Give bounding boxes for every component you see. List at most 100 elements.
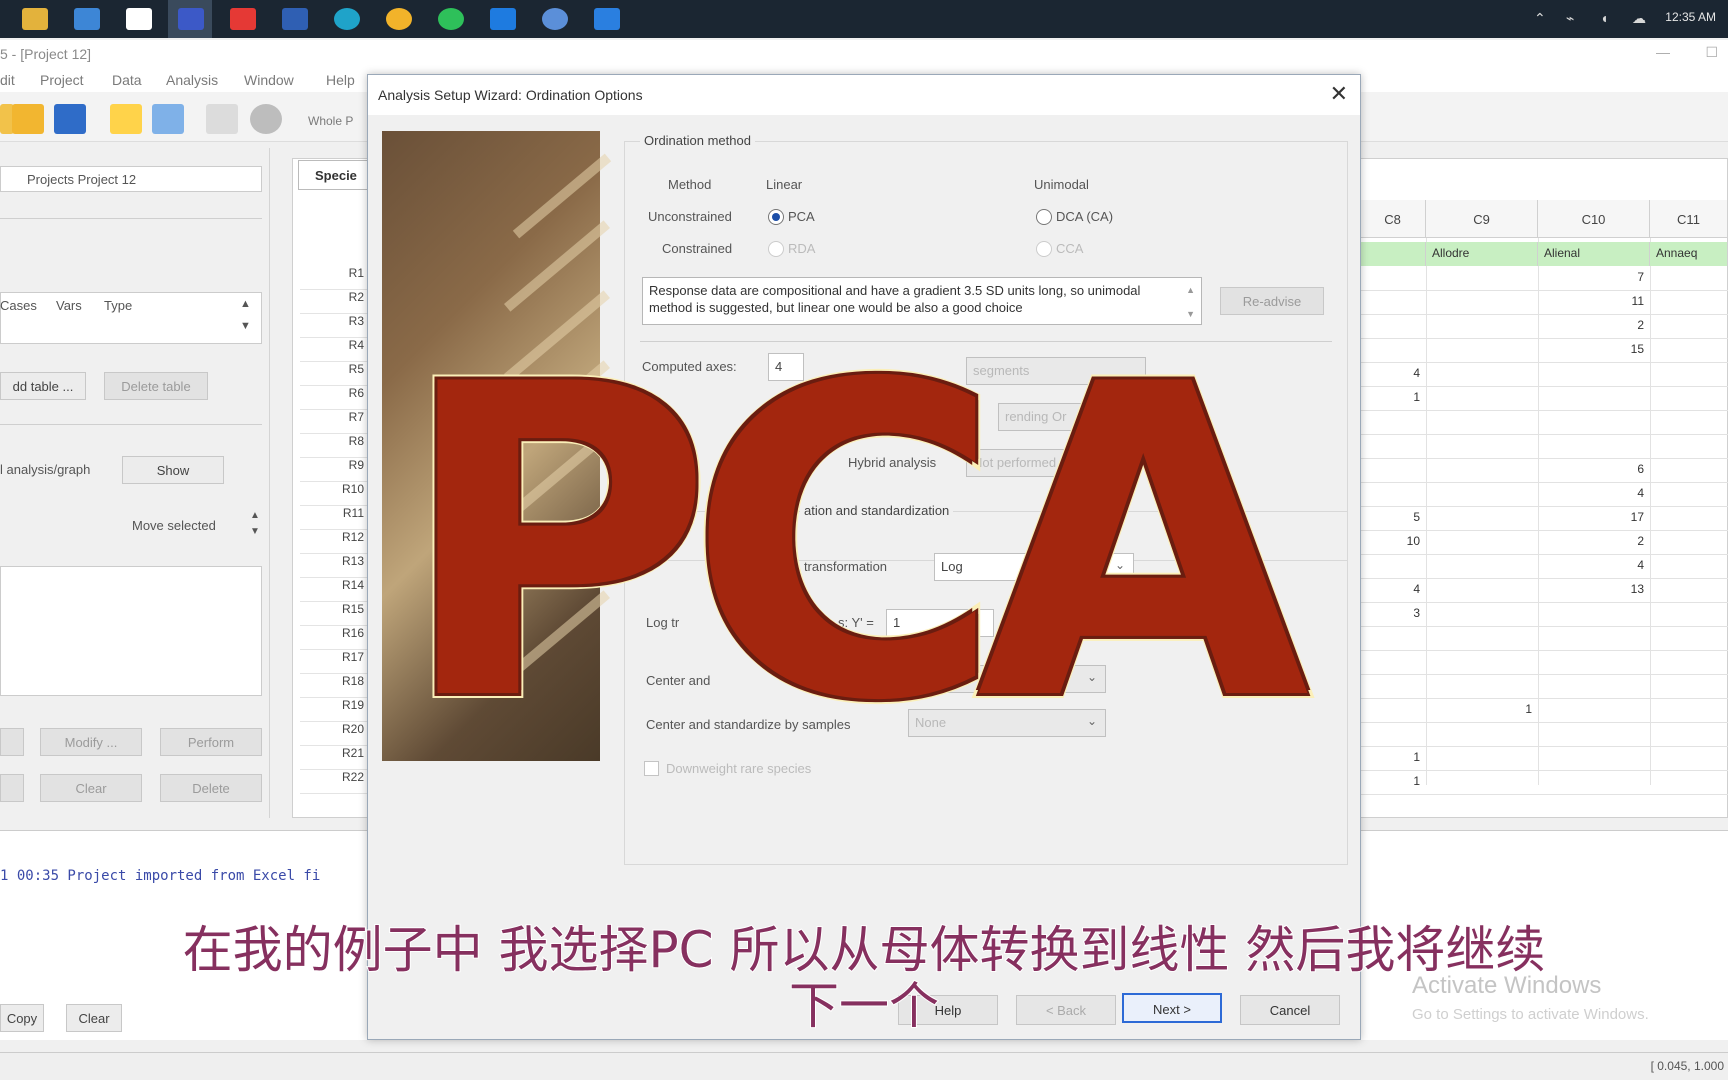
word-icon[interactable]: [282, 8, 308, 30]
grid-cell[interactable]: 4: [1360, 362, 1426, 386]
row-header[interactable]: R4: [300, 338, 370, 362]
grid-cell[interactable]: 1: [1360, 770, 1426, 794]
grid-cell[interactable]: 1: [1360, 386, 1426, 410]
row-header[interactable]: R3: [300, 314, 370, 338]
column-header[interactable]: C10: [1538, 200, 1650, 238]
menu-edit[interactable]: dit: [0, 72, 15, 88]
row-header[interactable]: R16: [300, 626, 370, 650]
row-header[interactable]: R22: [300, 770, 370, 794]
save-icon[interactable]: [54, 104, 86, 134]
row-header[interactable]: R9: [300, 458, 370, 482]
species-name-cell[interactable]: [1360, 242, 1426, 266]
column-header[interactable]: C8: [1360, 200, 1426, 238]
cloud-icon[interactable]: ☁: [1632, 10, 1646, 27]
modify-button[interactable]: Modify ...: [40, 728, 142, 756]
settings-icon[interactable]: [250, 104, 282, 134]
scroll-down-icon[interactable]: ▼: [240, 320, 251, 332]
menu-help[interactable]: Help: [326, 72, 355, 88]
scroll-up-icon[interactable]: ▲: [240, 298, 251, 310]
row-header[interactable]: R18: [300, 674, 370, 698]
dca-radio[interactable]: [1036, 209, 1052, 225]
network-icon[interactable]: ⌁: [1566, 10, 1574, 27]
row-header[interactable]: R5: [300, 362, 370, 386]
grid-cell[interactable]: 6: [1538, 458, 1650, 482]
mail-icon[interactable]: [74, 8, 100, 30]
row-header[interactable]: R21: [300, 746, 370, 770]
menu-window[interactable]: Window: [244, 72, 294, 88]
row-header[interactable]: R14: [300, 578, 370, 602]
column-header[interactable]: C9: [1426, 200, 1538, 238]
project-name-field[interactable]: Projects Project 12: [0, 166, 262, 192]
globe-icon[interactable]: [542, 8, 568, 30]
row-header[interactable]: R17: [300, 650, 370, 674]
grid-cell[interactable]: 1: [1426, 698, 1538, 722]
volume-icon[interactable]: ◖: [1600, 10, 1608, 26]
photos-icon[interactable]: [594, 8, 620, 30]
grid-cell[interactable]: 15: [1538, 338, 1650, 362]
column-header[interactable]: C11: [1650, 200, 1728, 238]
tab-species[interactable]: Specie: [298, 160, 368, 190]
perform-button[interactable]: Perform: [160, 728, 262, 756]
menu-analysis[interactable]: Analysis: [166, 72, 218, 88]
row-header[interactable]: R7: [300, 410, 370, 434]
grid-cell[interactable]: 4: [1360, 578, 1426, 602]
graph-icon[interactable]: [152, 104, 184, 134]
left-partial-button[interactable]: [0, 728, 24, 756]
chrome-icon[interactable]: [386, 8, 412, 30]
species-name-cell[interactable]: Allodre: [1426, 242, 1538, 266]
store-icon[interactable]: [490, 8, 516, 30]
calendar-icon[interactable]: [126, 8, 152, 30]
whatsapp-icon[interactable]: [438, 8, 464, 30]
row-header[interactable]: R1: [300, 266, 370, 290]
delete-table-button[interactable]: Delete table: [104, 372, 208, 400]
grid-cell[interactable]: 5: [1360, 506, 1426, 530]
row-header[interactable]: R10: [300, 482, 370, 506]
edge-icon[interactable]: [334, 8, 360, 30]
grid-cell[interactable]: 17: [1538, 506, 1650, 530]
row-header[interactable]: R13: [300, 554, 370, 578]
print-icon[interactable]: [206, 104, 238, 134]
close-icon[interactable]: ✕: [1330, 81, 1348, 107]
grid-cell[interactable]: 7: [1538, 266, 1650, 290]
row-header[interactable]: R8: [300, 434, 370, 458]
file-explorer-icon[interactable]: [22, 8, 48, 30]
row-header[interactable]: R20: [300, 722, 370, 746]
grid-cell[interactable]: 3: [1360, 602, 1426, 626]
add-table-button[interactable]: dd table ...: [0, 372, 86, 400]
clear-button[interactable]: Clear: [40, 774, 142, 802]
grid-cell[interactable]: 1: [1360, 746, 1426, 770]
grid-cell[interactable]: 10: [1360, 530, 1426, 554]
show-button[interactable]: Show: [122, 456, 224, 484]
row-header[interactable]: R12: [300, 530, 370, 554]
row-header[interactable]: R11: [300, 506, 370, 530]
app-icon[interactable]: [178, 8, 204, 30]
grid-cell[interactable]: 11: [1538, 290, 1650, 314]
minimize-icon[interactable]: —: [1656, 44, 1670, 60]
chevron-up-icon[interactable]: ⌃: [1534, 10, 1546, 27]
youtube-icon[interactable]: [230, 8, 256, 30]
delete-button[interactable]: Delete: [160, 774, 262, 802]
open-folder-icon[interactable]: [12, 104, 44, 134]
grid-cell[interactable]: 2: [1538, 530, 1650, 554]
grid-cell[interactable]: 4: [1538, 554, 1650, 578]
maximize-icon[interactable]: ☐: [1705, 44, 1718, 61]
wizard-icon[interactable]: [110, 104, 142, 134]
rda-radio[interactable]: [768, 241, 784, 257]
grid-cell[interactable]: 2: [1538, 314, 1650, 338]
left-partial-button[interactable]: [0, 774, 24, 802]
spin-down-icon[interactable]: ▼: [250, 526, 260, 537]
row-header[interactable]: R15: [300, 602, 370, 626]
row-header[interactable]: R6: [300, 386, 370, 410]
menu-data[interactable]: Data: [112, 72, 142, 88]
row-header[interactable]: R2: [300, 290, 370, 314]
row-header[interactable]: R19: [300, 698, 370, 722]
spin-up-icon[interactable]: ▲: [250, 510, 260, 521]
menu-project[interactable]: Project: [40, 72, 84, 88]
grid-cell[interactable]: 13: [1538, 578, 1650, 602]
analyses-list[interactable]: [0, 566, 262, 696]
pca-radio[interactable]: [768, 209, 784, 225]
clock[interactable]: 12:35 AM: [1665, 10, 1716, 24]
cca-radio[interactable]: [1036, 241, 1052, 257]
species-name-cell[interactable]: Annaeq: [1650, 242, 1728, 266]
species-name-cell[interactable]: Alienal: [1538, 242, 1650, 266]
